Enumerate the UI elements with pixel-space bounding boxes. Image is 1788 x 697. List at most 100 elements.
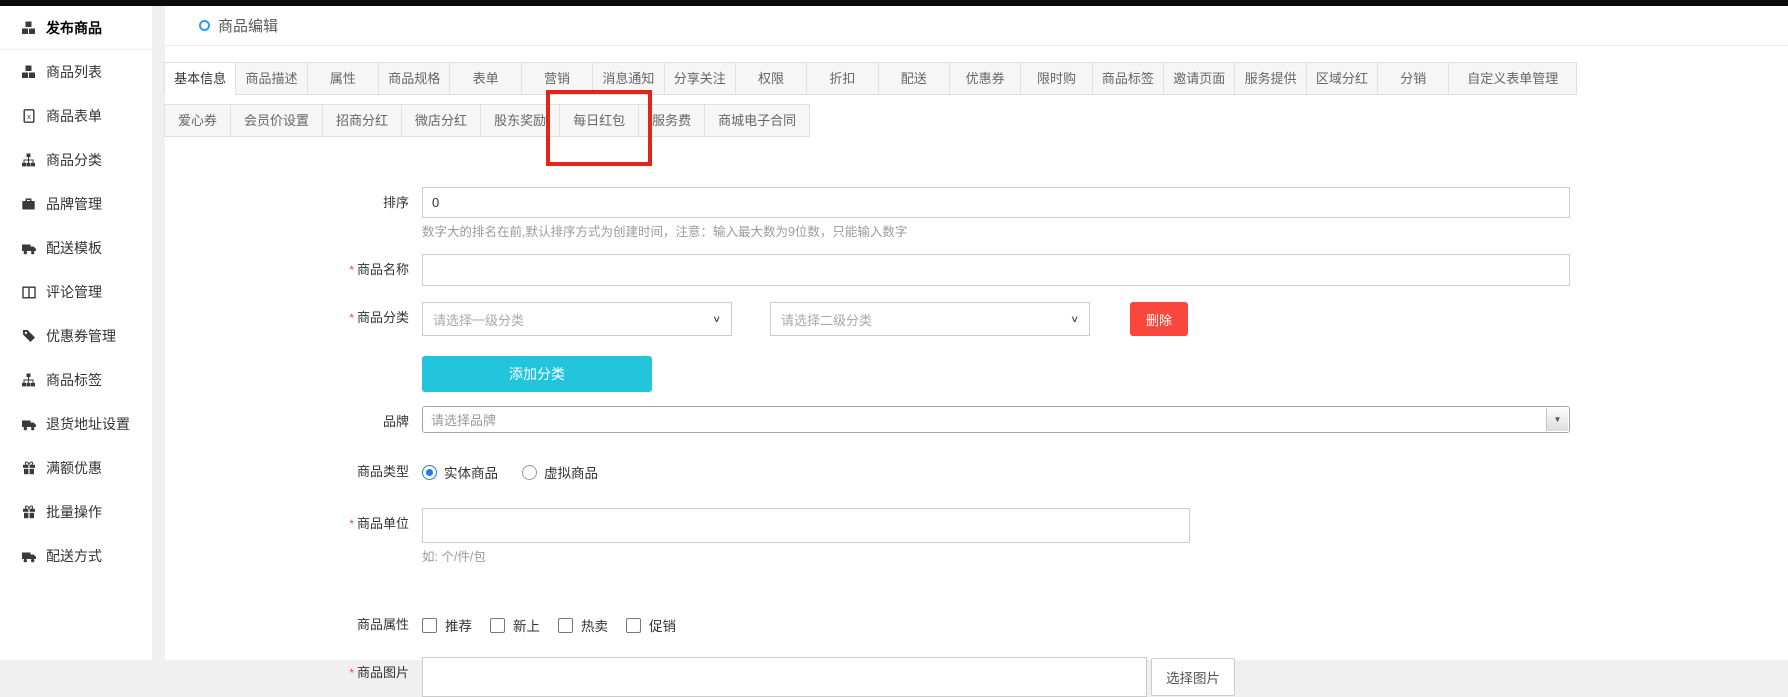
sidebar-item[interactable]: 退货地址设置 [0, 402, 152, 446]
unit-label: 商品单位 [357, 516, 409, 531]
attributes-label: 商品属性 [165, 609, 422, 641]
secondary-tab[interactable]: 招商分红 [322, 104, 402, 137]
secondary-tab[interactable]: 商城电子合同 [704, 104, 810, 137]
top-black-bar [0, 0, 1788, 6]
primary-tab[interactable]: 分销 [1377, 62, 1449, 95]
attribute-checkbox[interactable]: 推荐 [422, 615, 472, 635]
secondary-tab[interactable]: 服务费 [638, 104, 705, 137]
required-asterisk: * [349, 517, 354, 531]
secondary-tab[interactable]: 微店分红 [401, 104, 481, 137]
secondary-tab[interactable]: 每日红包 [559, 104, 639, 137]
sidebar-item-label: 评论管理 [46, 282, 102, 302]
primary-tab[interactable]: 自定义表单管理 [1448, 62, 1577, 95]
primary-tab[interactable]: 优惠券 [949, 62, 1021, 95]
product-name-input[interactable] [422, 254, 1570, 286]
sitemap-icon [20, 153, 37, 168]
primary-tab[interactable]: 限时购 [1020, 62, 1092, 95]
primary-tab[interactable]: 消息通知 [592, 62, 664, 95]
tags-icon [20, 329, 37, 344]
sidebar-item-label: 配送模板 [46, 238, 102, 258]
sidebar-item[interactable]: 商品列表 [0, 50, 152, 94]
secondary-tab[interactable]: 会员价设置 [230, 104, 323, 137]
product-image-input[interactable] [422, 657, 1147, 697]
checkbox-icon [558, 618, 573, 633]
sitemap-icon [20, 373, 37, 388]
delete-category-button[interactable]: 删除 [1130, 302, 1188, 336]
primary-tab-bar: 基本信息 商品描述 属性 商品规格 表单 [165, 62, 1577, 95]
sidebar-item[interactable]: 商品分类 [0, 138, 152, 182]
category-level2-select[interactable]: 请选择二级分类 ∨ [770, 302, 1090, 336]
cubes-icon [20, 65, 37, 80]
sort-row: 排序 数字大的排名在前,默认排序方式为创建时间，注意：输入最大数为9位数，只能输… [165, 187, 1788, 240]
product-form: 排序 数字大的排名在前,默认排序方式为创建时间，注意：输入最大数为9位数，只能输… [165, 187, 1788, 697]
sidebar-item[interactable]: 优惠券管理 [0, 314, 152, 358]
primary-tab[interactable]: 营销 [521, 62, 593, 95]
choose-image-button[interactable]: 选择图片 [1151, 658, 1235, 696]
sidebar-item-label: 优惠券管理 [46, 326, 116, 346]
product-type-radio[interactable]: 虚拟商品 [522, 462, 598, 482]
primary-tab[interactable]: 服务提供 [1234, 62, 1306, 95]
checkbox-icon [422, 618, 437, 633]
svg-text:x: x [27, 112, 31, 121]
primary-tab[interactable]: 区域分红 [1306, 62, 1378, 95]
primary-tab[interactable]: 邀请页面 [1163, 62, 1235, 95]
primary-tab[interactable]: 权限 [735, 62, 807, 95]
sidebar-item-label: 退货地址设置 [46, 414, 130, 434]
type-row: 商品类型 实体商品 虚拟商品 [165, 456, 1788, 488]
brand-row: 品牌 请选择品牌 ▼ [165, 406, 1788, 438]
sidebar-item[interactable]: 批量操作 [0, 490, 152, 534]
sidebar-item[interactable]: 满额优惠 [0, 446, 152, 490]
sidebar-item[interactable]: 品牌管理 [0, 182, 152, 226]
sidebar-item[interactable]: 配送方式 [0, 534, 152, 578]
primary-tab[interactable]: 分享关注 [664, 62, 736, 95]
sidebar-item[interactable]: x 商品表单 [0, 94, 152, 138]
dropdown-arrow-icon: ▼ [1546, 408, 1568, 431]
unit-row: *商品单位 如: 个/件/包 [165, 508, 1788, 565]
secondary-tab[interactable]: 爱心券 [164, 104, 231, 137]
add-category-row: 添加分类 [165, 356, 1788, 392]
gift-icon [20, 505, 37, 520]
sidebar-item-label: 商品列表 [46, 62, 102, 82]
sort-hint: 数字大的排名在前,默认排序方式为创建时间，注意：输入最大数为9位数，只能输入数字 [422, 224, 1570, 240]
truck-icon [20, 417, 37, 432]
sidebar-item-label: 批量操作 [46, 502, 102, 522]
cubes-icon [20, 20, 37, 35]
sidebar-item-label: 满额优惠 [46, 458, 102, 478]
attribute-checkbox[interactable]: 新上 [490, 615, 540, 635]
category-level1-select[interactable]: 请选择一级分类 ∨ [422, 302, 732, 336]
page-title: 商品编辑 [218, 15, 278, 36]
add-category-button[interactable]: 添加分类 [422, 356, 652, 392]
sidebar-item[interactable]: 商品标签 [0, 358, 152, 402]
chevron-down-icon: ∨ [712, 313, 721, 324]
type-label: 商品类型 [165, 456, 422, 488]
sort-input[interactable] [422, 187, 1570, 218]
primary-tab[interactable]: 属性 [307, 62, 379, 95]
attribute-checkbox[interactable]: 热卖 [558, 615, 608, 635]
unit-input[interactable] [422, 508, 1190, 543]
product-type-radio[interactable]: 实体商品 [422, 462, 498, 482]
radio-icon [522, 465, 537, 480]
primary-tab[interactable]: 配送 [878, 62, 950, 95]
primary-tab[interactable]: 表单 [449, 62, 521, 95]
file-excel-icon: x [20, 109, 37, 124]
required-asterisk: * [349, 666, 354, 680]
primary-tab[interactable]: 商品规格 [378, 62, 450, 95]
name-label: 商品名称 [357, 262, 409, 277]
required-asterisk: * [349, 311, 354, 325]
sidebar-item[interactable]: 评论管理 [0, 270, 152, 314]
sidebar-item[interactable]: 配送模板 [0, 226, 152, 270]
brand-select[interactable]: 请选择品牌 ▼ [422, 406, 1570, 433]
sidebar-item-label: 商品分类 [46, 150, 102, 170]
primary-tab[interactable]: 商品描述 [235, 62, 307, 95]
secondary-tab[interactable]: 股东奖励 [480, 104, 560, 137]
sidebar-item[interactable]: 发布商品 [0, 6, 152, 50]
secondary-tab-bar: 爱心券 会员价设置 招商分红 微店分红 股东奖励 [165, 104, 810, 137]
name-row: *商品名称 [165, 254, 1788, 286]
category-label: 商品分类 [357, 310, 409, 325]
attribute-checkbox[interactable]: 促销 [626, 615, 676, 635]
primary-tab[interactable]: 折扣 [806, 62, 878, 95]
primary-tab[interactable]: 基本信息 [164, 62, 236, 95]
primary-tab[interactable]: 商品标签 [1092, 62, 1164, 95]
checkbox-icon [626, 618, 641, 633]
annotation-box [546, 90, 652, 166]
